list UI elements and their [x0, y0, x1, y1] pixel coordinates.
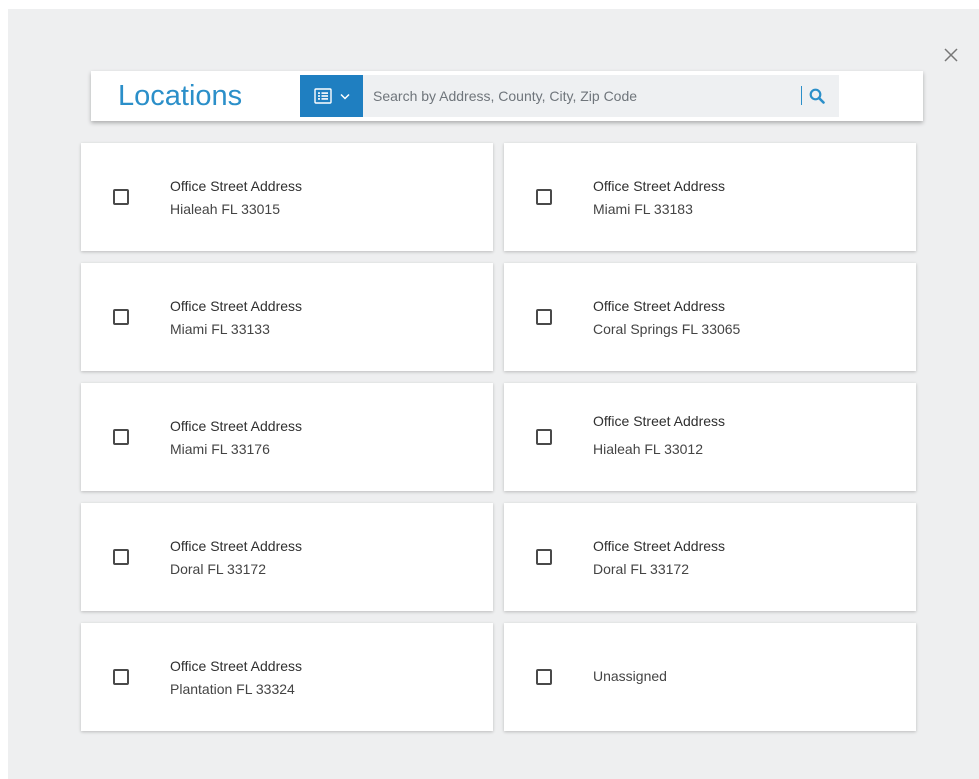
location-city: Plantation FL 33324	[170, 681, 295, 697]
location-checkbox[interactable]	[536, 309, 552, 325]
location-title: Office Street Address	[170, 298, 303, 314]
location-checkbox[interactable]	[113, 549, 129, 565]
location-card[interactable]: Office Street Address Miami FL 33133	[81, 263, 493, 371]
locations-modal: Locations Search by Address, County, Cit…	[8, 9, 979, 779]
location-title: Office Street Address	[593, 178, 726, 194]
location-card[interactable]: Office Street Address Doral FL 33172	[81, 503, 493, 611]
location-card[interactable]: Office Street Address Hialeah FL 33012	[504, 383, 916, 491]
search-icon	[809, 88, 825, 104]
location-title: Office Street Address	[170, 178, 303, 194]
location-card[interactable]: Office Street Address Miami FL 33183	[504, 143, 916, 251]
location-title: Office Street Address	[593, 538, 726, 554]
location-card-unassigned[interactable]: Unassigned	[504, 623, 916, 731]
location-city: Doral FL 33172	[170, 561, 266, 577]
close-icon	[944, 48, 958, 62]
location-city: Doral FL 33172	[593, 561, 689, 577]
location-checkbox[interactable]	[536, 429, 552, 445]
location-checkbox[interactable]	[536, 549, 552, 565]
location-card[interactable]: Office Street Address Hialeah FL 33015	[81, 143, 493, 251]
search-box	[363, 75, 839, 117]
location-city: Miami FL 33133	[170, 321, 270, 337]
location-city: Coral Springs FL 33065	[593, 321, 741, 337]
search-button[interactable]	[807, 86, 827, 106]
view-toggle-button[interactable]	[300, 75, 363, 117]
search-input[interactable]	[363, 75, 793, 117]
page-title: Locations	[118, 80, 243, 112]
search-divider	[801, 86, 802, 105]
location-title: Office Street Address	[170, 538, 303, 554]
location-card[interactable]: Office Street Address Plantation FL 3332…	[81, 623, 493, 731]
location-checkbox[interactable]	[113, 309, 129, 325]
location-checkbox[interactable]	[113, 429, 129, 445]
location-checkbox[interactable]	[536, 189, 552, 205]
locations-header: Locations	[91, 71, 923, 121]
location-card[interactable]: Office Street Address Doral FL 33172	[504, 503, 916, 611]
location-city: Hialeah FL 33012	[593, 441, 704, 457]
location-title: Office Street Address	[593, 298, 726, 314]
location-card[interactable]: Office Street Address Coral Springs FL 3…	[504, 263, 916, 371]
location-title: Office Street Address	[593, 413, 726, 429]
close-button[interactable]	[939, 43, 963, 67]
location-city: Miami FL 33176	[170, 441, 270, 457]
list-icon	[313, 88, 332, 104]
location-checkbox[interactable]	[113, 669, 129, 685]
location-checkbox[interactable]	[113, 189, 129, 205]
location-label: Unassigned	[593, 668, 667, 684]
chevron-down-icon	[339, 93, 350, 100]
location-city: Miami FL 33183	[593, 201, 693, 217]
location-checkbox[interactable]	[536, 669, 552, 685]
location-city: Hialeah FL 33015	[170, 201, 281, 217]
location-title: Office Street Address	[170, 418, 303, 434]
location-title: Office Street Address	[170, 658, 303, 674]
location-card[interactable]: Office Street Address Miami FL 33176	[81, 383, 493, 491]
